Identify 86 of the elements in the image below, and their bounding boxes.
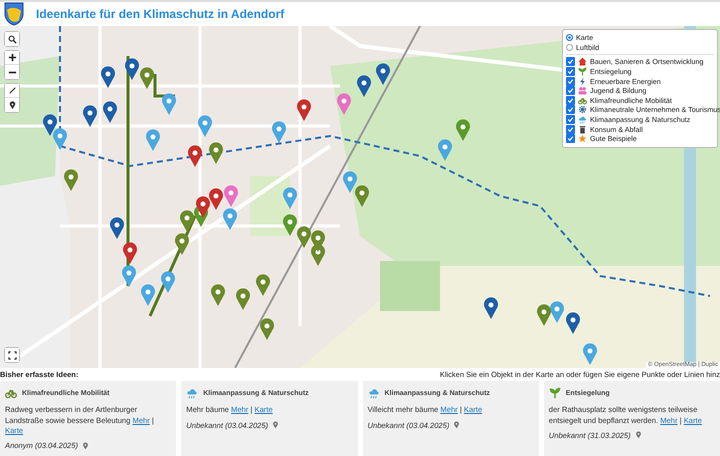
- map-pin-icon[interactable]: [188, 145, 202, 167]
- fullscreen-button[interactable]: [5, 348, 19, 362]
- bolt-icon: [578, 76, 587, 86]
- map-pin-icon[interactable]: [283, 187, 297, 209]
- location-pin-icon[interactable]: [634, 431, 642, 440]
- map-pin-icon[interactable]: [180, 210, 194, 232]
- zoom-in-button[interactable]: [5, 51, 19, 65]
- checkbox[interactable]: [566, 57, 575, 66]
- map-pin-icon[interactable]: [337, 93, 351, 115]
- coat-of-arms-icon: [4, 2, 24, 26]
- location-pin-icon[interactable]: [272, 421, 280, 429]
- map-pin-icon[interactable]: [101, 66, 115, 88]
- line-icon: [8, 86, 16, 95]
- cloud-icon: [186, 387, 198, 400]
- map-pin-icon[interactable]: [110, 217, 124, 239]
- sprout-icon: [548, 387, 561, 400]
- map-pin-icon[interactable]: [161, 271, 175, 293]
- map-pin-icon[interactable]: [376, 63, 390, 85]
- checkbox[interactable]: [566, 115, 575, 124]
- cloud-icon: [368, 387, 380, 400]
- radio-button[interactable]: [566, 44, 573, 51]
- gear-icon: [578, 105, 587, 114]
- map-pin-icon[interactable]: [343, 171, 357, 193]
- bike-icon: [5, 387, 17, 400]
- checkbox[interactable]: [566, 105, 575, 114]
- map-pin-icon[interactable]: [64, 169, 78, 191]
- checkbox[interactable]: [566, 76, 575, 86]
- bike-icon: [578, 96, 587, 105]
- map-pin-icon[interactable]: [140, 67, 154, 89]
- map-pin-icon[interactable]: [211, 284, 225, 306]
- map-pin-icon[interactable]: [236, 288, 250, 310]
- radio-button[interactable]: [566, 34, 573, 42]
- map-pin-icon[interactable]: [550, 301, 564, 323]
- add-marker-button[interactable]: [5, 98, 19, 112]
- bin-icon: [578, 124, 587, 134]
- map-pin-icon[interactable]: [122, 265, 136, 287]
- star-icon: [578, 134, 587, 144]
- checkbox[interactable]: [566, 67, 575, 76]
- map-pin-icon[interactable]: [256, 274, 270, 296]
- checkbox[interactable]: [566, 86, 575, 96]
- map-pin-icon[interactable]: [162, 93, 176, 115]
- map-pin-icon[interactable]: [83, 105, 97, 127]
- map-pin-icon[interactable]: [297, 226, 311, 248]
- plus-icon: [8, 53, 16, 62]
- map-pin-icon[interactable]: [224, 185, 238, 207]
- people-icon: [578, 86, 587, 96]
- map-pin-icon[interactable]: [198, 115, 212, 137]
- map-pin-icon[interactable]: [260, 318, 274, 340]
- checkbox[interactable]: [566, 134, 575, 144]
- map-pin-icon[interactable]: [196, 196, 210, 218]
- house-icon: [578, 57, 587, 66]
- map-pin-icon[interactable]: [456, 119, 470, 141]
- cloud-icon: [578, 115, 587, 124]
- search-button[interactable]: [5, 32, 19, 46]
- fullscreen-icon: [8, 350, 16, 360]
- map-pin-icon[interactable]: [123, 242, 137, 264]
- search-icon: [8, 34, 16, 44]
- map-pin-icon[interactable]: [484, 297, 498, 319]
- map-pin-icon[interactable]: [283, 214, 297, 236]
- map-pin-icon[interactable]: [103, 101, 117, 123]
- map-pin-icon[interactable]: [53, 128, 67, 150]
- checkbox[interactable]: [566, 96, 575, 105]
- map-pin-icon[interactable]: [223, 208, 237, 230]
- map-pin-icon[interactable]: [175, 233, 189, 255]
- map-pin-icon[interactable]: [583, 343, 597, 365]
- map-pin-icon[interactable]: [146, 129, 160, 151]
- map-pin-icon[interactable]: [357, 75, 371, 97]
- location-pin-icon[interactable]: [453, 421, 460, 429]
- map-pin-icon[interactable]: [297, 99, 311, 121]
- location-pin-icon[interactable]: [82, 442, 90, 450]
- map-pin-icon[interactable]: [209, 188, 223, 210]
- map-pin-icon[interactable]: [566, 312, 580, 334]
- map-pin-icon[interactable]: [209, 142, 223, 164]
- draw-line-button[interactable]: [5, 84, 19, 98]
- map-pin-icon[interactable]: [272, 121, 286, 143]
- map-pin-icon[interactable]: [141, 284, 155, 306]
- marker-icon: [8, 100, 16, 110]
- map-pin-icon[interactable]: [43, 114, 57, 136]
- map-pin-icon[interactable]: [537, 304, 551, 326]
- map-pin-icon[interactable]: [311, 230, 325, 252]
- map-pin-icon[interactable]: [438, 139, 452, 161]
- checkbox[interactable]: [566, 124, 575, 134]
- page-title: Ideenkarte für den Klimaschutz in Adendorf: [36, 7, 284, 21]
- map-pin-icon[interactable]: [125, 58, 139, 80]
- sprout-icon: [578, 67, 587, 76]
- map-pin-icon[interactable]: [355, 185, 369, 207]
